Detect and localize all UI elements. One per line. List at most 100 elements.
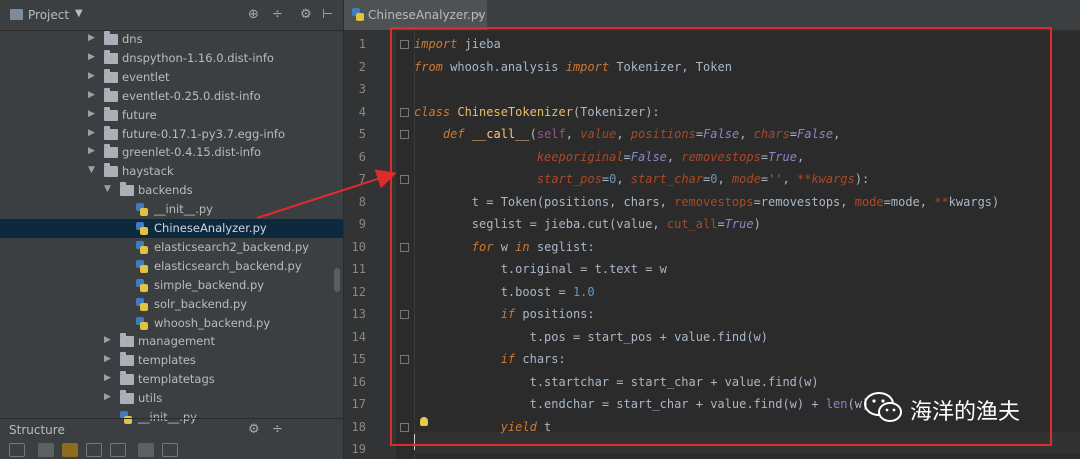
python-file-icon <box>136 278 148 292</box>
watermark-text: 海洋的渔夫 <box>910 400 1021 425</box>
tree-file[interactable]: ChineseAnalyzer.py <box>0 219 343 238</box>
line-number: 12 <box>351 284 366 299</box>
tree-folder[interactable]: ▼ backends <box>0 181 343 200</box>
line-number: 15 <box>351 352 366 366</box>
tree-item-label: greenlet-0.4.15.dist-info <box>122 145 262 160</box>
gear-icon[interactable]: ⚙ <box>300 7 312 22</box>
tree-folder[interactable]: ▶ utils <box>0 389 343 408</box>
tree-item-label: simple_backend.py <box>154 277 265 292</box>
chevron-right-icon[interactable]: ▶ <box>88 90 95 100</box>
tree-folder[interactable]: ▶ future-0.17.1-py3.7.egg-info <box>0 125 343 144</box>
folder-icon <box>104 68 118 83</box>
tree-folder[interactable]: ▶ dnspython-1.16.0.dist-info <box>0 49 343 68</box>
tree-file[interactable]: elasticsearch_backend.py <box>0 257 343 276</box>
show-fields-icon[interactable] <box>62 443 78 457</box>
python-file-icon <box>136 203 148 217</box>
chevron-right-icon[interactable]: ▶ <box>104 354 111 364</box>
folder-icon <box>104 144 118 159</box>
line-number: 19 <box>351 442 366 456</box>
project-panel-header: Project ▼ ⊕ ÷ ⚙ ⊢ <box>0 0 343 31</box>
line-number: 6 <box>358 149 366 164</box>
chevron-down-icon[interactable]: ▼ <box>104 184 111 194</box>
tree-item-label: __init__.py <box>154 202 213 217</box>
tree-folder[interactable]: ▶ greenlet-0.4.15.dist-info <box>0 143 343 162</box>
project-panel-title[interactable]: Project <box>28 8 69 22</box>
line-number: 8 <box>358 194 366 209</box>
folder-icon <box>120 182 134 197</box>
folder-icon <box>104 163 118 178</box>
line-number: 17 <box>351 397 366 411</box>
wechat-icon <box>864 392 902 422</box>
folder-icon <box>104 31 118 45</box>
line-number: 10 <box>351 239 366 254</box>
chevron-right-icon[interactable]: ▶ <box>88 33 95 43</box>
folder-icon <box>120 371 134 386</box>
tree-folder[interactable]: ▶ templates <box>0 351 343 370</box>
tab-label: ChineseAnalyzer.py <box>368 8 486 22</box>
structure-panel-header: Structure ⚙ ÷ <box>0 418 343 441</box>
line-number: 7 <box>358 172 366 186</box>
tree-folder[interactable]: ▶ templatetags <box>0 370 343 389</box>
folder-icon <box>120 352 134 367</box>
tree-scrollbar[interactable] <box>334 268 340 292</box>
wechat-watermark: 海洋的渔夫 <box>862 388 1062 430</box>
tab-chineseanalyzer[interactable]: ChineseAnalyzer.py × <box>344 0 487 30</box>
tree-item-label: dns <box>122 32 143 46</box>
chevron-right-icon[interactable]: ▶ <box>88 52 95 62</box>
python-file-icon <box>352 8 364 21</box>
chevron-down-icon[interactable]: ▼ <box>75 8 83 19</box>
tree-file[interactable]: simple_backend.py <box>0 276 343 295</box>
chevron-right-icon[interactable]: ▶ <box>88 71 95 81</box>
folder-icon <box>104 106 118 121</box>
line-number: 11 <box>351 262 366 276</box>
tree-item-label: templatetags <box>138 372 215 387</box>
close-icon[interactable]: × <box>474 8 483 21</box>
line-number: 2 <box>358 59 366 74</box>
line-number: 13 <box>351 307 366 321</box>
project-view-icon <box>10 9 23 20</box>
tree-item-label: solr_backend.py <box>154 296 248 311</box>
python-file-icon <box>136 259 148 273</box>
chevron-right-icon[interactable]: ▶ <box>104 335 111 345</box>
autoscroll-from-source-icon[interactable] <box>162 443 178 457</box>
autoscroll-to-source-icon[interactable] <box>138 443 154 457</box>
gear-icon[interactable]: ⚙ <box>248 422 260 437</box>
structure-panel-title[interactable]: Structure <box>9 423 65 437</box>
python-file-icon <box>136 297 148 311</box>
tree-folder[interactable]: ▶ management <box>0 332 343 351</box>
chevron-right-icon[interactable]: ▶ <box>88 128 95 138</box>
chevron-right-icon[interactable]: ▶ <box>88 109 95 119</box>
tree-folder[interactable]: ▼ haystack <box>0 162 343 181</box>
tree-folder[interactable]: ▶ eventlet <box>0 68 343 87</box>
chevron-right-icon[interactable]: ▶ <box>104 392 111 402</box>
collapse-all-icon[interactable] <box>110 443 126 457</box>
line-number: 5 <box>358 127 366 141</box>
chevron-right-icon[interactable]: ▶ <box>88 146 95 156</box>
locate-file-icon[interactable]: ⊕ <box>248 7 259 22</box>
expand-all-icon[interactable] <box>86 443 102 457</box>
tree-item-label: future-0.17.1-py3.7.egg-info <box>122 126 286 141</box>
sort-alpha-icon[interactable] <box>9 443 25 457</box>
tree-file[interactable]: solr_backend.py <box>0 295 343 314</box>
tree-item-label: whoosh_backend.py <box>154 315 271 330</box>
tree-folder[interactable]: ▶ eventlet-0.25.0.dist-info <box>0 87 343 106</box>
tree-folder[interactable]: ▶ dns <box>0 30 343 49</box>
line-number: 16 <box>351 374 366 389</box>
collapse-all-icon[interactable]: ÷ <box>272 7 283 22</box>
folder-icon <box>120 390 134 405</box>
show-inherited-icon[interactable] <box>38 443 54 457</box>
hide-panel-icon[interactable]: ⊢ <box>322 7 333 22</box>
tree-item-label: eventlet-0.25.0.dist-info <box>122 88 261 103</box>
folder-icon <box>104 49 118 64</box>
tree-folder[interactable]: ▶ future <box>0 106 343 125</box>
tree-item-label: elasticsearch_backend.py <box>154 258 302 273</box>
line-number-gutter: 1 2 3 4 5 6 7 8 9 10 11 12 13 14 15 16 17 18 19 <box>344 31 396 459</box>
python-file-icon <box>136 316 148 330</box>
collapse-icon[interactable]: ÷ <box>272 422 283 437</box>
chevron-right-icon[interactable]: ▶ <box>104 373 111 383</box>
chevron-down-icon[interactable]: ▼ <box>88 165 95 175</box>
tree-file[interactable]: __init__.py <box>0 200 343 219</box>
tree-item-label: dnspython-1.16.0.dist-info <box>122 50 274 65</box>
tree-file[interactable]: whoosh_backend.py <box>0 314 343 333</box>
tree-file[interactable]: elasticsearch2_backend.py <box>0 238 343 257</box>
